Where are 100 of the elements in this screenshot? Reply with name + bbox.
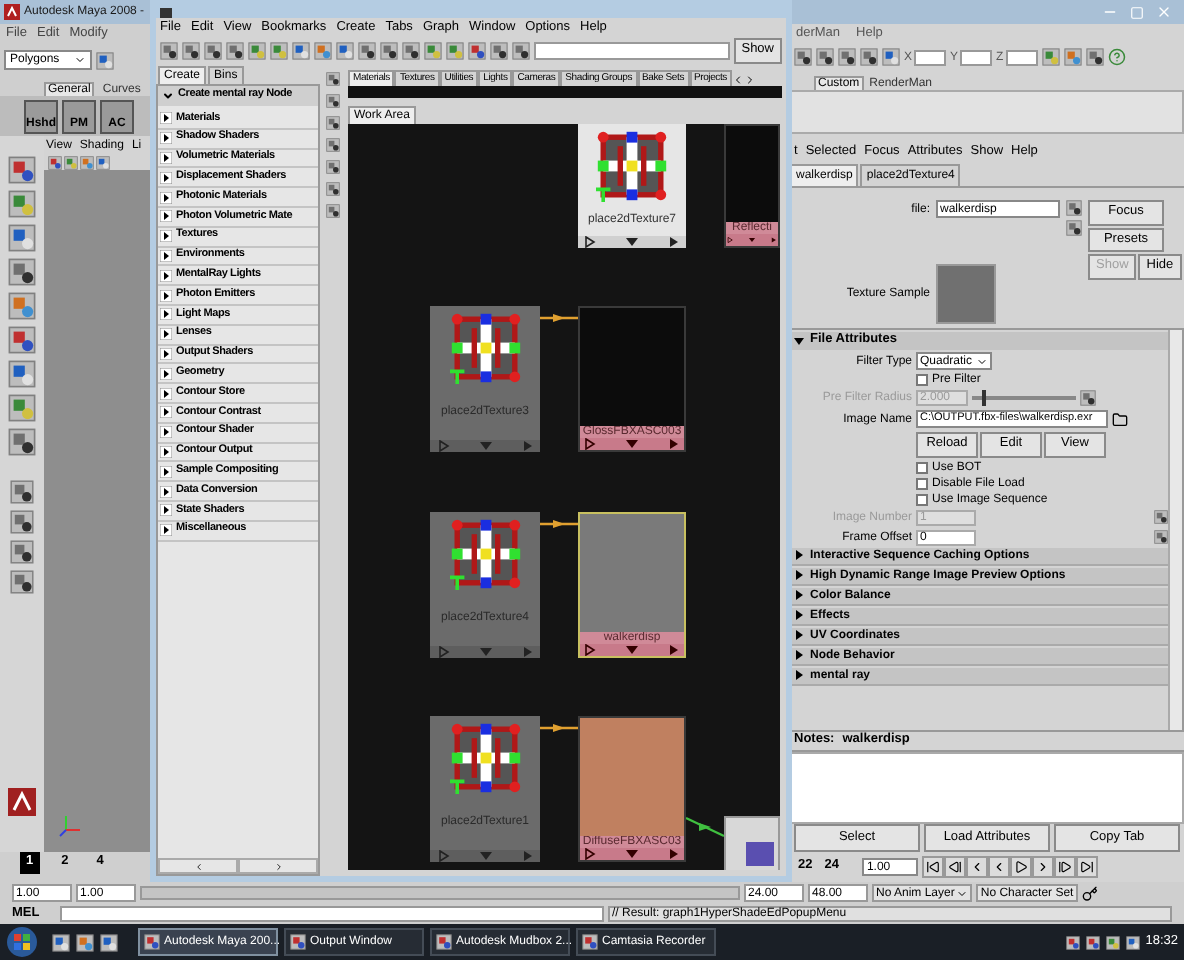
tool-icon[interactable] — [48, 155, 62, 169]
shader-node[interactable] — [724, 816, 780, 870]
map-button-icon[interactable] — [1154, 510, 1168, 524]
key-icon[interactable] — [1081, 885, 1098, 901]
tool-icon[interactable] — [860, 48, 878, 66]
tool-icon[interactable] — [96, 155, 110, 169]
tool-icon[interactable] — [160, 42, 178, 60]
search-field[interactable] — [534, 42, 730, 60]
port-arrows-icon[interactable] — [726, 234, 778, 246]
tool-icon[interactable] — [8, 258, 36, 286]
tray-icon[interactable] — [1085, 935, 1100, 949]
app-icon[interactable] — [290, 934, 306, 950]
start-button-icon[interactable] — [6, 926, 38, 958]
app-icon[interactable] — [144, 934, 160, 950]
tray-icon[interactable] — [1105, 935, 1120, 949]
input-arrow-icon[interactable] — [1066, 200, 1082, 216]
port-arrows-icon[interactable] — [582, 236, 682, 248]
tool-icon[interactable] — [226, 42, 244, 60]
map-button-icon[interactable] — [1154, 530, 1168, 544]
tool-icon[interactable] — [490, 42, 508, 60]
map-button-icon[interactable] — [1080, 390, 1096, 406]
app-logo-icon — [4, 4, 20, 20]
coordinate-field[interactable] — [914, 49, 947, 65]
side-tool-icon[interactable] — [325, 116, 339, 130]
port-arrows-icon[interactable] — [582, 848, 682, 860]
playback-button[interactable] — [1076, 856, 1099, 878]
grid-handles-icon — [449, 722, 521, 794]
side-tool-icon[interactable] — [325, 138, 339, 152]
layout-icon[interactable] — [10, 510, 34, 534]
expand-arrow-icon — [160, 406, 172, 419]
output-arrow-icon[interactable] — [1066, 220, 1082, 236]
quick-launch-icon[interactable] — [76, 933, 94, 951]
tab-scroll-right-icon[interactable] — [743, 74, 756, 86]
checkbox[interactable] — [916, 374, 928, 386]
axis-icon — [56, 812, 84, 840]
app-icon[interactable] — [436, 934, 452, 950]
tool-icon[interactable] — [1085, 48, 1104, 66]
tab-scroll-left-icon[interactable] — [731, 74, 744, 86]
side-tool-icon[interactable] — [325, 160, 339, 174]
tray-icon[interactable] — [1065, 935, 1080, 949]
playback-button[interactable] — [944, 856, 967, 878]
quick-launch-icon[interactable] — [100, 933, 118, 951]
folder-icon[interactable] — [1112, 411, 1128, 427]
expand-arrow-icon — [160, 328, 172, 341]
layout-icon[interactable] — [10, 480, 34, 504]
app-logo-icon[interactable] — [8, 788, 36, 816]
port-arrows-icon[interactable] — [582, 438, 682, 450]
tool-icon[interactable] — [292, 42, 310, 60]
playback-icon — [926, 860, 941, 874]
quick-launch-icon[interactable] — [52, 933, 70, 951]
tool-icon[interactable] — [336, 42, 354, 60]
coordinate-field[interactable] — [960, 49, 993, 65]
command-field[interactable] — [60, 906, 604, 922]
side-tool-icon[interactable] — [325, 94, 339, 108]
expand-arrow-icon — [160, 485, 172, 498]
checkbox[interactable] — [916, 493, 928, 505]
tool-icon[interactable] — [358, 42, 376, 60]
playback-button[interactable] — [988, 856, 1011, 878]
tool-icon[interactable] — [838, 48, 856, 66]
port-arrows-icon[interactable] — [582, 644, 682, 656]
playback-button[interactable] — [922, 856, 945, 878]
tool-icon[interactable] — [8, 360, 36, 388]
side-tool-icon[interactable] — [325, 182, 339, 196]
playback-button[interactable] — [1054, 856, 1077, 878]
expand-arrow-icon — [160, 191, 172, 204]
grid-handles-icon — [449, 312, 521, 384]
playback-icon — [948, 860, 963, 874]
expand-arrow-icon — [160, 112, 172, 125]
tool-icon[interactable] — [204, 42, 222, 60]
playback-button[interactable] — [1032, 856, 1055, 878]
tool-icon[interactable] — [380, 42, 398, 60]
grid-handles-icon — [596, 130, 668, 202]
layout-icon[interactable] — [10, 570, 34, 594]
coordinate-field[interactable] — [1005, 49, 1038, 65]
scroll-left-icon — [193, 861, 203, 871]
tool-icon[interactable] — [182, 42, 200, 60]
checkbox[interactable] — [916, 461, 928, 473]
playback-button[interactable] — [1010, 856, 1033, 878]
tool-icon[interactable] — [794, 48, 812, 66]
app-icon[interactable] — [582, 934, 598, 950]
checkbox[interactable] — [916, 477, 928, 489]
tool-icon[interactable] — [96, 51, 114, 69]
tool-icon[interactable] — [8, 224, 36, 252]
expand-arrow-icon — [794, 336, 804, 346]
side-tool-icon[interactable] — [325, 204, 339, 218]
scroll-bar[interactable] — [1168, 330, 1182, 730]
playback-button[interactable] — [966, 856, 989, 878]
tray-icon[interactable] — [1125, 935, 1140, 949]
grid-handles-icon — [449, 518, 521, 590]
expand-arrow-icon — [160, 151, 172, 164]
side-tool-icon[interactable] — [325, 72, 339, 86]
tool-icon[interactable] — [816, 48, 834, 66]
tool-icon[interactable] — [882, 48, 900, 66]
tool-icon[interactable] — [402, 42, 420, 60]
expand-arrow-icon — [160, 387, 172, 400]
tool-icon[interactable] — [8, 428, 36, 456]
texture-sample — [936, 264, 996, 324]
layout-icon[interactable] — [10, 540, 34, 564]
expand-arrow-icon — [160, 132, 172, 145]
tool-icon[interactable] — [512, 42, 530, 60]
